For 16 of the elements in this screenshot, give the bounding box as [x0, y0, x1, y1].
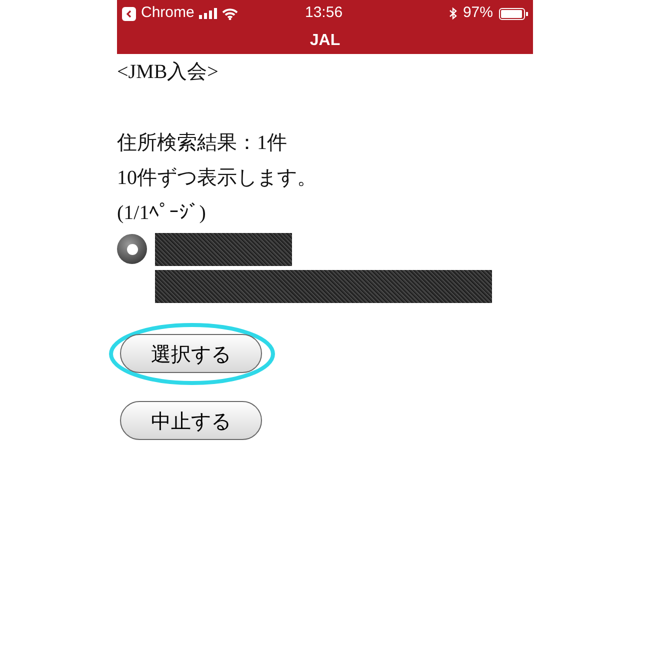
back-icon[interactable] — [122, 6, 136, 20]
result-text: (1/1ﾍﾟｰｼﾞ) — [117, 201, 206, 226]
bluetooth-icon — [448, 7, 457, 20]
clock: 13:56 — [305, 3, 343, 24]
wifi-icon — [222, 8, 238, 20]
battery-percent: 97% — [462, 3, 493, 24]
radio-button[interactable] — [117, 234, 147, 264]
action-button[interactable]: 選択する — [120, 334, 262, 373]
page-title: JAL — [310, 30, 340, 50]
action-button[interactable]: 中止する — [120, 401, 262, 440]
section-heading: <JMB入会> — [117, 60, 218, 85]
signal-icon — [199, 8, 218, 19]
battery-icon — [499, 8, 528, 20]
back-app-label[interactable]: Chrome — [141, 2, 194, 25]
result-text: 住所検索結果：1件 — [117, 131, 287, 156]
result-text: 10件ずつ表示します。 — [117, 166, 317, 191]
